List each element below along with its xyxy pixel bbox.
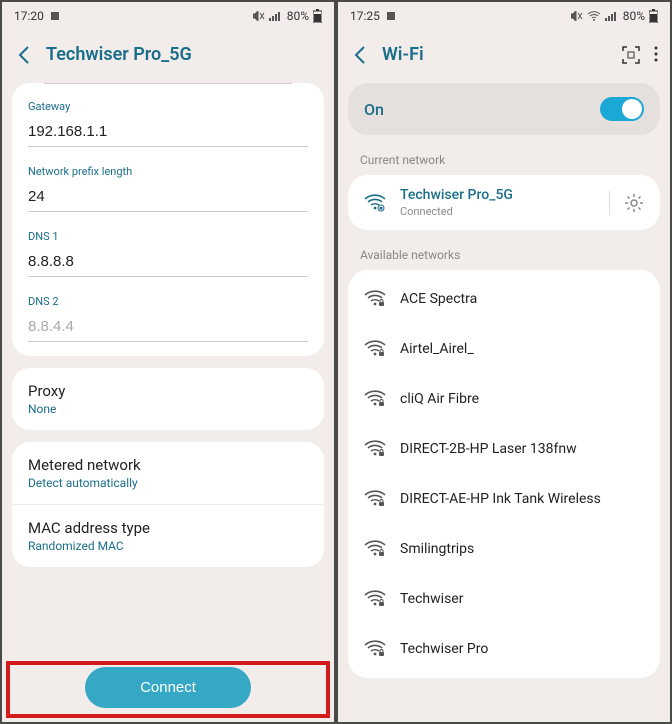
notification-icon [386, 11, 396, 21]
network-name: Techwiser [400, 591, 463, 607]
proxy-value: None [28, 402, 308, 416]
network-name: Airtel_Airel_ [400, 341, 474, 357]
header: Wi-Fi [338, 30, 670, 83]
header: Techwiser Pro_5G [2, 30, 334, 83]
mac-value: Randomized MAC [28, 539, 308, 553]
back-button[interactable] [14, 45, 34, 65]
wifi-lock-icon [364, 440, 386, 458]
ip-settings-card: Gateway Network prefix length DNS 1 DNS … [12, 83, 324, 356]
connect-button[interactable]: Connect [85, 667, 251, 708]
prefix-label: Network prefix length [28, 165, 308, 178]
proxy-title: Proxy [28, 382, 308, 400]
dns2-input[interactable] [28, 314, 308, 342]
gear-icon[interactable] [624, 193, 644, 213]
wifi-lock-icon [364, 590, 386, 608]
network-name: cliQ Air Fibre [400, 391, 479, 407]
battery-text: 80% [287, 9, 309, 23]
network-item[interactable]: Smilingtrips [348, 524, 660, 574]
page-title: Techwiser Pro_5G [46, 44, 192, 65]
network-item[interactable]: ACE Spectra [348, 274, 660, 324]
wifi-lock-icon [364, 340, 386, 358]
battery-text: 80% [623, 9, 645, 23]
divider [609, 191, 610, 215]
prefix-input[interactable] [28, 184, 308, 212]
wifi-lock-icon [364, 290, 386, 308]
current-network-name: Techwiser Pro_5G [400, 187, 595, 203]
notification-icon [50, 11, 60, 21]
back-button[interactable] [350, 45, 370, 65]
more-icon[interactable] [654, 46, 658, 64]
available-networks-label: Available networks [338, 244, 670, 270]
proxy-card[interactable]: Proxy None [12, 368, 324, 430]
page-title: Wi-Fi [382, 44, 424, 65]
gateway-input[interactable] [28, 119, 308, 147]
mac-title: MAC address type [28, 519, 308, 537]
network-item[interactable]: Techwiser [348, 574, 660, 624]
wifi-switch[interactable] [600, 97, 644, 121]
mute-icon [253, 11, 265, 21]
wifi-connected-icon [364, 194, 386, 212]
mute-icon [571, 11, 583, 21]
wifi-toggle-row[interactable]: On [348, 83, 660, 135]
dns2-label: DNS 2 [28, 295, 308, 308]
signal-icon [269, 11, 283, 21]
battery-icon [649, 9, 658, 23]
status-time: 17:20 [14, 9, 44, 23]
current-network-label: Current network [338, 149, 670, 175]
mac-setting[interactable]: MAC address type Randomized MAC [12, 505, 324, 567]
network-item[interactable]: cliQ Air Fibre [348, 374, 660, 424]
signal-icon [605, 11, 619, 21]
metered-title: Metered network [28, 456, 308, 474]
dns1-label: DNS 1 [28, 230, 308, 243]
metered-setting[interactable]: Metered network Detect automatically [12, 442, 324, 505]
network-name: DIRECT-2B-HP Laser 138fnw [400, 441, 577, 457]
wifi-lock-icon [364, 640, 386, 658]
wifi-lock-icon [364, 390, 386, 408]
metered-value: Detect automatically [28, 476, 308, 490]
network-name: Techwiser Pro [400, 641, 488, 657]
advanced-card: Metered network Detect automatically MAC… [12, 442, 324, 567]
current-network-card[interactable]: Techwiser Pro_5G Connected [348, 175, 660, 230]
status-bar: 17:25 80% [338, 2, 670, 30]
dns1-input[interactable] [28, 249, 308, 277]
network-name: Smilingtrips [400, 541, 474, 557]
battery-icon [313, 9, 322, 23]
wifi-toggle-label: On [364, 100, 384, 119]
qr-scan-icon[interactable] [622, 46, 640, 64]
network-item[interactable]: Airtel_Airel_ [348, 324, 660, 374]
wifi-lock-icon [364, 490, 386, 508]
network-item[interactable]: DIRECT-AE-HP Ink Tank Wireless [348, 474, 660, 524]
connect-highlight: Connect [6, 661, 330, 718]
status-bar: 17:20 80% [2, 2, 334, 30]
status-time: 17:25 [350, 9, 380, 23]
available-networks-list: ACE Spectra Airtel_Airel_ cliQ Air Fibre… [348, 270, 660, 678]
network-item[interactable]: DIRECT-2B-HP Laser 138fnw [348, 424, 660, 474]
network-name: DIRECT-AE-HP Ink Tank Wireless [400, 491, 601, 507]
wifi-lock-icon [364, 540, 386, 558]
network-item[interactable]: Techwiser Pro [348, 624, 660, 674]
current-network-status: Connected [400, 205, 595, 218]
network-name: ACE Spectra [400, 291, 477, 307]
gateway-label: Gateway [28, 100, 308, 113]
phone-left: 17:20 80% Techwiser Pro_5G [0, 0, 336, 724]
phone-right: 17:25 80% Wi-Fi [336, 0, 672, 724]
wifi-status-icon [587, 11, 601, 21]
